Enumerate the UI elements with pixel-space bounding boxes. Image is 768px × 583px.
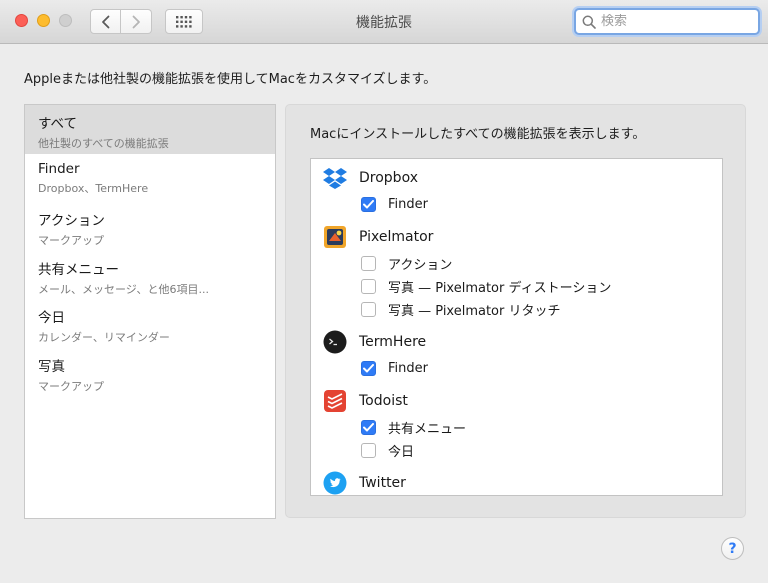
app-name: Dropbox xyxy=(359,170,418,186)
extension-row[interactable]: Finder xyxy=(311,357,722,380)
checkmark-icon xyxy=(363,364,374,373)
category-subtitle: Dropbox、TermHere xyxy=(38,181,149,195)
extension-checkbox[interactable] xyxy=(361,420,376,435)
category-item-actions[interactable]: アクション マークアップ xyxy=(25,202,275,251)
terminal-icon xyxy=(323,330,347,354)
search-field[interactable] xyxy=(574,8,760,35)
extension-row[interactable]: アクション xyxy=(311,252,722,275)
extension-label: 共有メニュー xyxy=(388,422,467,437)
app-group-todoist: Todoist 共有メニュー 今日 xyxy=(311,386,722,462)
checkmark-icon xyxy=(363,423,374,432)
extension-label: 写真 — Pixelmator ディストーション xyxy=(388,281,612,296)
extension-row[interactable]: 共有メニュー xyxy=(311,416,722,439)
app-group-twitter: Twitter 今日 xyxy=(311,468,722,495)
preferences-window: 機能拡張 Appleまたは他社製の機能拡張を使用してMacをカスタマイズします。… xyxy=(0,0,768,583)
category-title: Finder xyxy=(38,160,80,177)
category-title: すべて xyxy=(38,116,78,132)
category-subtitle: マークアップ xyxy=(38,379,104,393)
app-group-dropbox: Dropbox Finder xyxy=(311,163,722,216)
category-item-share-menu[interactable]: 共有メニュー メール、メッセージ、と他6項目... xyxy=(25,251,275,300)
category-item-all[interactable]: すべて 他社製のすべての機能拡張 xyxy=(25,105,275,154)
app-name: TermHere xyxy=(359,334,427,350)
extensions-panel: Macにインストールしたすべての機能拡張を表示します。 Dropbox Find… xyxy=(285,104,746,518)
extension-label: Finder xyxy=(388,361,428,376)
extension-row[interactable]: 写真 — Pixelmator リタッチ xyxy=(311,298,722,321)
category-subtitle: メール、メッセージ、と他6項目... xyxy=(38,282,209,296)
extension-checkbox[interactable] xyxy=(361,443,376,458)
category-title: 共有メニュー xyxy=(38,261,119,278)
category-item-finder[interactable]: Finder Dropbox、TermHere xyxy=(25,154,275,203)
extension-checkbox[interactable] xyxy=(361,256,376,271)
app-group-pixelmator: Pixelmator アクション 写真 — Pixelmator ディストーショ… xyxy=(311,222,722,321)
search-input[interactable] xyxy=(601,14,751,29)
extension-checkbox[interactable] xyxy=(361,361,376,376)
category-item-today[interactable]: 今日 カレンダー、リマインダー xyxy=(25,299,275,348)
checkmark-icon xyxy=(363,200,374,209)
category-list: すべて 他社製のすべての機能拡張 Finder Dropbox、TermHere… xyxy=(24,104,276,519)
category-title: 今日 xyxy=(38,310,65,326)
app-row: Pixelmator xyxy=(311,222,722,252)
extension-checkbox[interactable] xyxy=(361,197,376,212)
app-row: Todoist xyxy=(311,386,722,416)
extension-checkbox[interactable] xyxy=(361,302,376,317)
todoist-icon xyxy=(323,389,347,413)
help-button[interactable]: ? xyxy=(721,537,744,560)
extension-list[interactable]: Dropbox Finder Pixelmator アクション 写真 — Pix… xyxy=(310,158,723,496)
category-title: 写真 xyxy=(38,358,65,375)
app-row: Twitter xyxy=(311,468,722,495)
category-title: アクション xyxy=(38,213,105,229)
extension-row[interactable]: 今日 xyxy=(311,439,722,462)
intro-text: Appleまたは他社製の機能拡張を使用してMacをカスタマイズします。 xyxy=(24,72,437,87)
extension-label: 写真 — Pixelmator リタッチ xyxy=(388,304,561,319)
category-item-photos[interactable]: 写真 マークアップ xyxy=(25,348,275,397)
extension-label: Finder xyxy=(388,197,428,212)
app-name: Pixelmator xyxy=(359,229,434,245)
category-subtitle: カレンダー、リマインダー xyxy=(38,331,170,344)
category-subtitle: マークアップ xyxy=(38,234,104,247)
extension-label: 今日 xyxy=(388,445,415,460)
title-bar: 機能拡張 xyxy=(0,0,768,44)
search-icon xyxy=(582,15,596,29)
app-name: Todoist xyxy=(359,393,408,409)
extension-row[interactable]: Finder xyxy=(311,193,722,216)
category-subtitle: 他社製のすべての機能拡張 xyxy=(38,137,169,150)
panel-caption: Macにインストールしたすべての機能拡張を表示します。 xyxy=(310,127,646,142)
dropbox-icon xyxy=(323,166,347,190)
app-row: Dropbox xyxy=(311,163,722,193)
pixelmator-icon xyxy=(323,225,347,249)
app-row: TermHere xyxy=(311,327,722,357)
extension-label: アクション xyxy=(388,258,453,273)
extension-row[interactable]: 写真 — Pixelmator ディストーション xyxy=(311,275,722,298)
app-name: Twitter xyxy=(359,475,406,491)
app-group-termhere: TermHere Finder xyxy=(311,327,722,380)
twitter-icon xyxy=(323,471,347,495)
extension-checkbox[interactable] xyxy=(361,279,376,294)
